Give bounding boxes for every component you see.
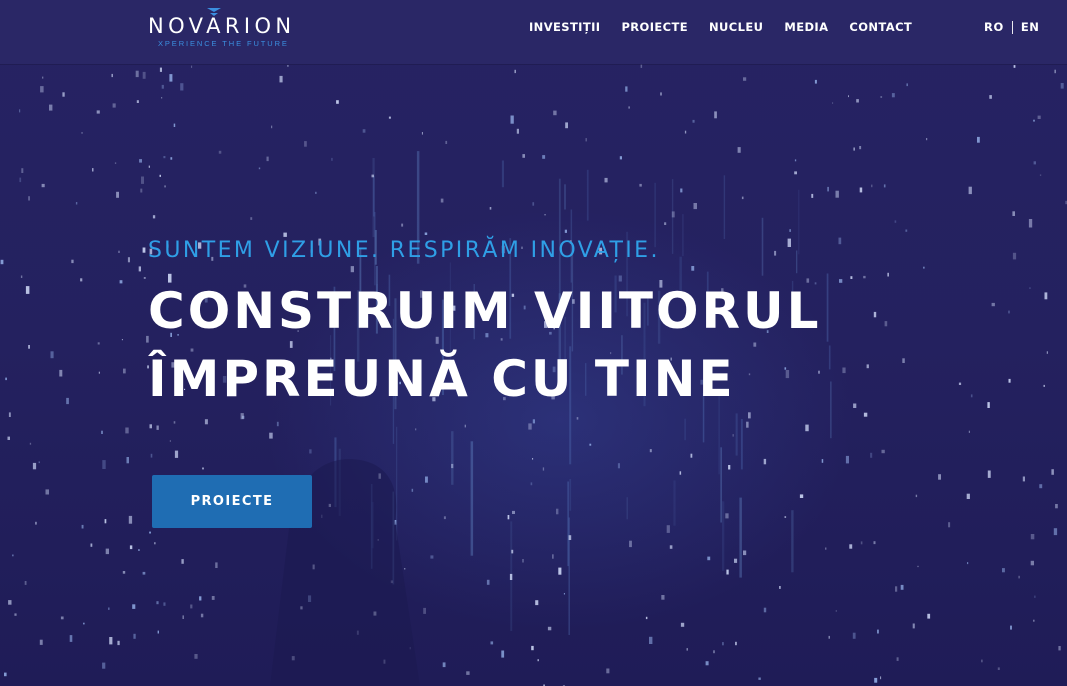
nav-item-contact[interactable]: CONTACT (849, 20, 912, 34)
hero-section: SUNTEM VIZIUNE. RESPIRĂM INOVAȚIE. CONST… (148, 238, 822, 413)
nav-item-media[interactable]: MEDIA (784, 20, 828, 34)
brand-tagline: XPERIENCE THE FUTURE (158, 39, 289, 48)
hero-title-line-1: CONSTRUIM VIITORUL (148, 282, 822, 340)
hero-title-line-2: ÎMPREUNĂ CU TINE (148, 350, 736, 408)
main-nav: INVESTIȚII PROIECTE NUCLEU MEDIA CONTACT (529, 20, 933, 34)
hero-kicker: SUNTEM VIZIUNE. RESPIRĂM INOVAȚIE. (148, 238, 660, 263)
language-divider (1011, 20, 1013, 34)
language-option-ro[interactable]: RO (984, 20, 1004, 34)
nav-item-investitii[interactable]: INVESTIȚII (529, 20, 600, 34)
nav-item-proiecte[interactable]: PROIECTE (621, 20, 688, 34)
nav-item-nucleu[interactable]: NUCLEU (709, 20, 763, 34)
language-option-en[interactable]: EN (1021, 20, 1040, 34)
projects-cta-button[interactable]: PROIECTE (152, 475, 312, 528)
page: NOVARION XPERIENCE THE FUTURE INVESTIȚII… (0, 0, 1067, 686)
hero-title: CONSTRUIM VIITORUL ÎMPREUNĂ CU TINE (148, 277, 822, 413)
language-switcher: RO EN (984, 20, 1040, 34)
brand-logo[interactable]: NOVARION XPERIENCE THE FUTURE (148, 8, 298, 52)
site-header: NOVARION XPERIENCE THE FUTURE INVESTIȚII… (0, 0, 1067, 64)
brand-name: NOVARION (148, 14, 296, 38)
